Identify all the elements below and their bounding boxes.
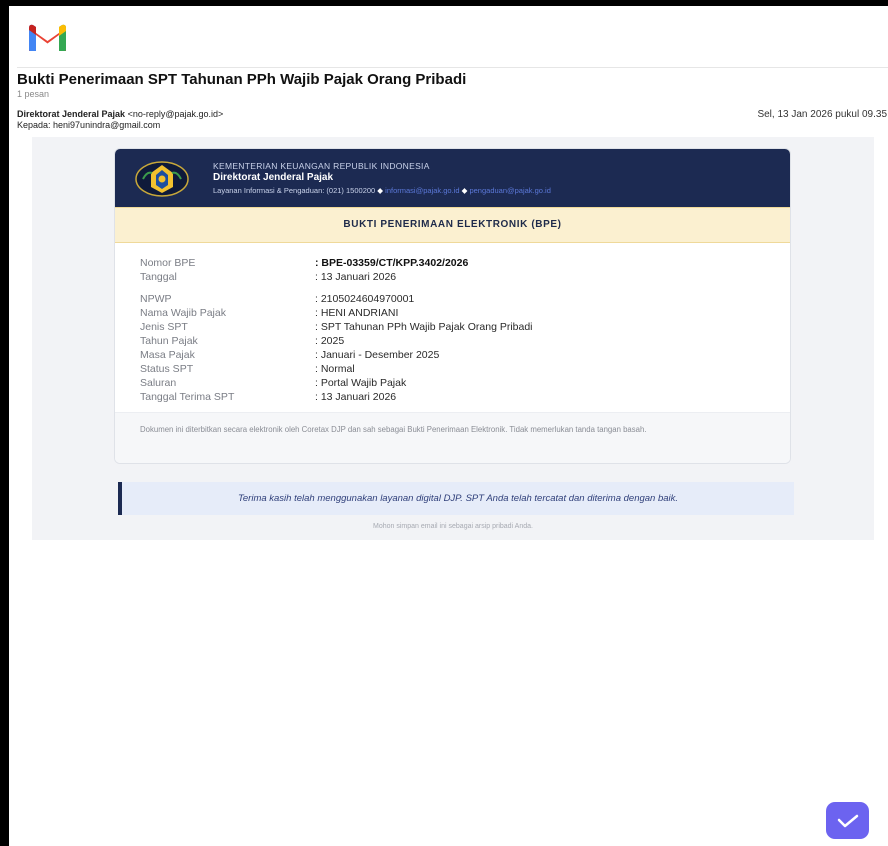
detail-label: Masa Pajak [140, 349, 195, 361]
gmail-logo[interactable] [26, 23, 69, 58]
kemenkeu-logo [135, 161, 189, 202]
sender-email[interactable]: <no-reply@pajak.go.id> [128, 109, 224, 119]
bpe-details: Nomor BPE : BPE-03359/CT/KPP.3402/2026 T… [140, 256, 770, 404]
detail-row: Tanggal Terima SPT : 13 Januari 2026 [140, 390, 770, 404]
detail-value: : HENI ANDRIANI [315, 307, 399, 319]
legal-note: Dokumen ini diterbitkan secara elektroni… [140, 425, 647, 434]
thanks-banner: Terima kasih telah menggunakan layanan d… [118, 482, 794, 515]
letterhead: KEMENTERIAN KEUANGAN REPUBLIK INDONESIA … [115, 149, 790, 207]
detail-row: Tanggal : 13 Januari 2026 [140, 270, 770, 284]
detail-label: Jenis SPT [140, 321, 188, 333]
detail-label: Tanggal [140, 271, 177, 283]
ministry-name: KEMENTERIAN KEUANGAN REPUBLIK INDONESIA [213, 161, 430, 171]
detail-row: Nama Wajib Pajak : HENI ANDRIANI [140, 306, 770, 320]
diamond-icon: ◆ [461, 186, 468, 195]
email-subject: Bukti Penerimaan SPT Tahunan PPh Wajib P… [17, 71, 467, 88]
archive-note: Mohon simpan email ini sebagai arsip pri… [373, 523, 533, 530]
detail-row: Saluran : Portal Wajib Pajak [140, 376, 770, 390]
contact-label: Layanan Informasi & Pengaduan: (021) 150… [213, 186, 376, 195]
checkmark-icon [837, 814, 858, 827]
detail-value: : Normal [315, 363, 355, 375]
card-footer: Dokumen ini diterbitkan secara elektroni… [115, 412, 790, 463]
email-body: KEMENTERIAN KEUANGAN REPUBLIK INDONESIA … [32, 137, 874, 540]
detail-value: : 13 Januari 2026 [315, 391, 397, 403]
bpe-card: KEMENTERIAN KEUANGAN REPUBLIK INDONESIA … [114, 148, 791, 464]
email-view: Bukti Penerimaan SPT Tahunan PPh Wajib P… [9, 6, 888, 846]
detail-value: : 2105024604970001 [315, 293, 415, 305]
sender-name[interactable]: Direktorat Jenderal Pajak [17, 109, 125, 119]
message-count: 1 pesan [17, 89, 50, 99]
detail-row: NPWP : 2105024604970001 [140, 292, 770, 306]
email-date: Sel, 13 Jan 2026 pukul 09.35 [757, 109, 887, 120]
thanks-text: Terima kasih telah menggunakan layanan d… [237, 493, 679, 504]
detail-value: : 2025 [315, 335, 345, 347]
org-name: Direktorat Jenderal Pajak [213, 172, 334, 183]
detail-label: Saluran [140, 377, 177, 389]
detail-value: : Portal Wajib Pajak [315, 377, 407, 389]
detail-value: : SPT Tahunan PPh Wajib Pajak Orang Prib… [315, 321, 533, 333]
recipient-line: Kepada: heni97unindra@gmail.com [17, 120, 161, 130]
detail-label: Tanggal Terima SPT [140, 391, 235, 403]
detail-label: NPWP [140, 293, 172, 305]
detail-label: Nama Wajib Pajak [140, 307, 226, 319]
sender-line: Direktorat Jenderal Pajak <no-reply@paja… [17, 109, 223, 119]
detail-row: Status SPT : Normal [140, 362, 770, 376]
header-divider [17, 67, 888, 68]
detail-row: Tahun Pajak : 2025 [140, 334, 770, 348]
detail-value: : Januari - Desember 2025 [315, 349, 440, 361]
done-button[interactable] [826, 802, 869, 839]
detail-label: Status SPT [140, 363, 194, 375]
diamond-icon: ◆ [377, 186, 384, 195]
detail-label: Nomor BPE [140, 257, 196, 269]
detail-value: : BPE-03359/CT/KPP.3402/2026 [315, 257, 469, 269]
info-email-link[interactable]: informasi@pajak.go.id [385, 186, 459, 195]
complaint-email-link[interactable]: pengaduan@pajak.go.id [469, 186, 550, 195]
detail-row: Jenis SPT : SPT Tahunan PPh Wajib Pajak … [140, 320, 770, 334]
detail-row: Nomor BPE : BPE-03359/CT/KPP.3402/2026 [140, 256, 770, 270]
detail-label: Tahun Pajak [140, 335, 198, 347]
detail-value: : 13 Januari 2026 [315, 271, 397, 283]
bpe-title: BUKTI PENERIMAAN ELEKTRONIK (BPE) [115, 207, 790, 243]
detail-row: Masa Pajak : Januari - Desember 2025 [140, 348, 770, 362]
contact-line: Layanan Informasi & Pengaduan: (021) 150… [213, 186, 551, 195]
